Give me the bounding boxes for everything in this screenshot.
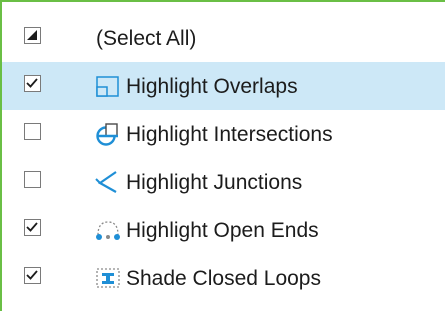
highlight-intersections-label: Highlight Intersections [126, 123, 333, 146]
shade-closed-loops-label: Shade Closed Loops [126, 267, 321, 290]
open-ends-dots-icon [96, 221, 120, 240]
highlight-overlaps-label: Highlight Overlaps [126, 75, 298, 98]
highlight-intersections-checkbox[interactable] [24, 123, 41, 140]
highlight-open-ends-checkbox[interactable] [24, 219, 41, 236]
list-item-shade-closed-loops[interactable]: Shade Closed Loops [2, 254, 445, 302]
checkmark-icon [26, 270, 38, 280]
select-all-checkbox[interactable] [24, 27, 41, 44]
intersection-circle-square-icon [96, 123, 118, 146]
overlap-square-icon [96, 76, 119, 97]
checkmark-icon [26, 78, 38, 88]
highlight-overlaps-checkbox[interactable] [24, 75, 41, 92]
filter-panel: (Select All) Highlight Overlaps Highligh… [0, 0, 445, 311]
list-item-highlight-open-ends[interactable]: Highlight Open Ends [2, 206, 445, 254]
highlight-junctions-checkbox[interactable] [24, 171, 41, 188]
list-item-highlight-intersections[interactable]: Highlight Intersections [2, 110, 445, 158]
indeterminate-mark-icon [27, 30, 37, 40]
select-all-label: (Select All) [96, 27, 197, 50]
filter-list: (Select All) Highlight Overlaps Highligh… [2, 14, 445, 302]
highlight-open-ends-label: Highlight Open Ends [126, 219, 319, 242]
list-item-highlight-junctions[interactable]: Highlight Junctions [2, 158, 445, 206]
junction-chevron-icon [95, 171, 117, 193]
closed-loop-dotted-icon [96, 268, 120, 288]
list-item-highlight-overlaps[interactable]: Highlight Overlaps [2, 62, 445, 110]
shade-closed-loops-checkbox[interactable] [24, 267, 41, 284]
checkmark-icon [26, 222, 38, 232]
list-item-select-all[interactable]: (Select All) [2, 14, 445, 62]
highlight-junctions-label: Highlight Junctions [126, 171, 303, 194]
